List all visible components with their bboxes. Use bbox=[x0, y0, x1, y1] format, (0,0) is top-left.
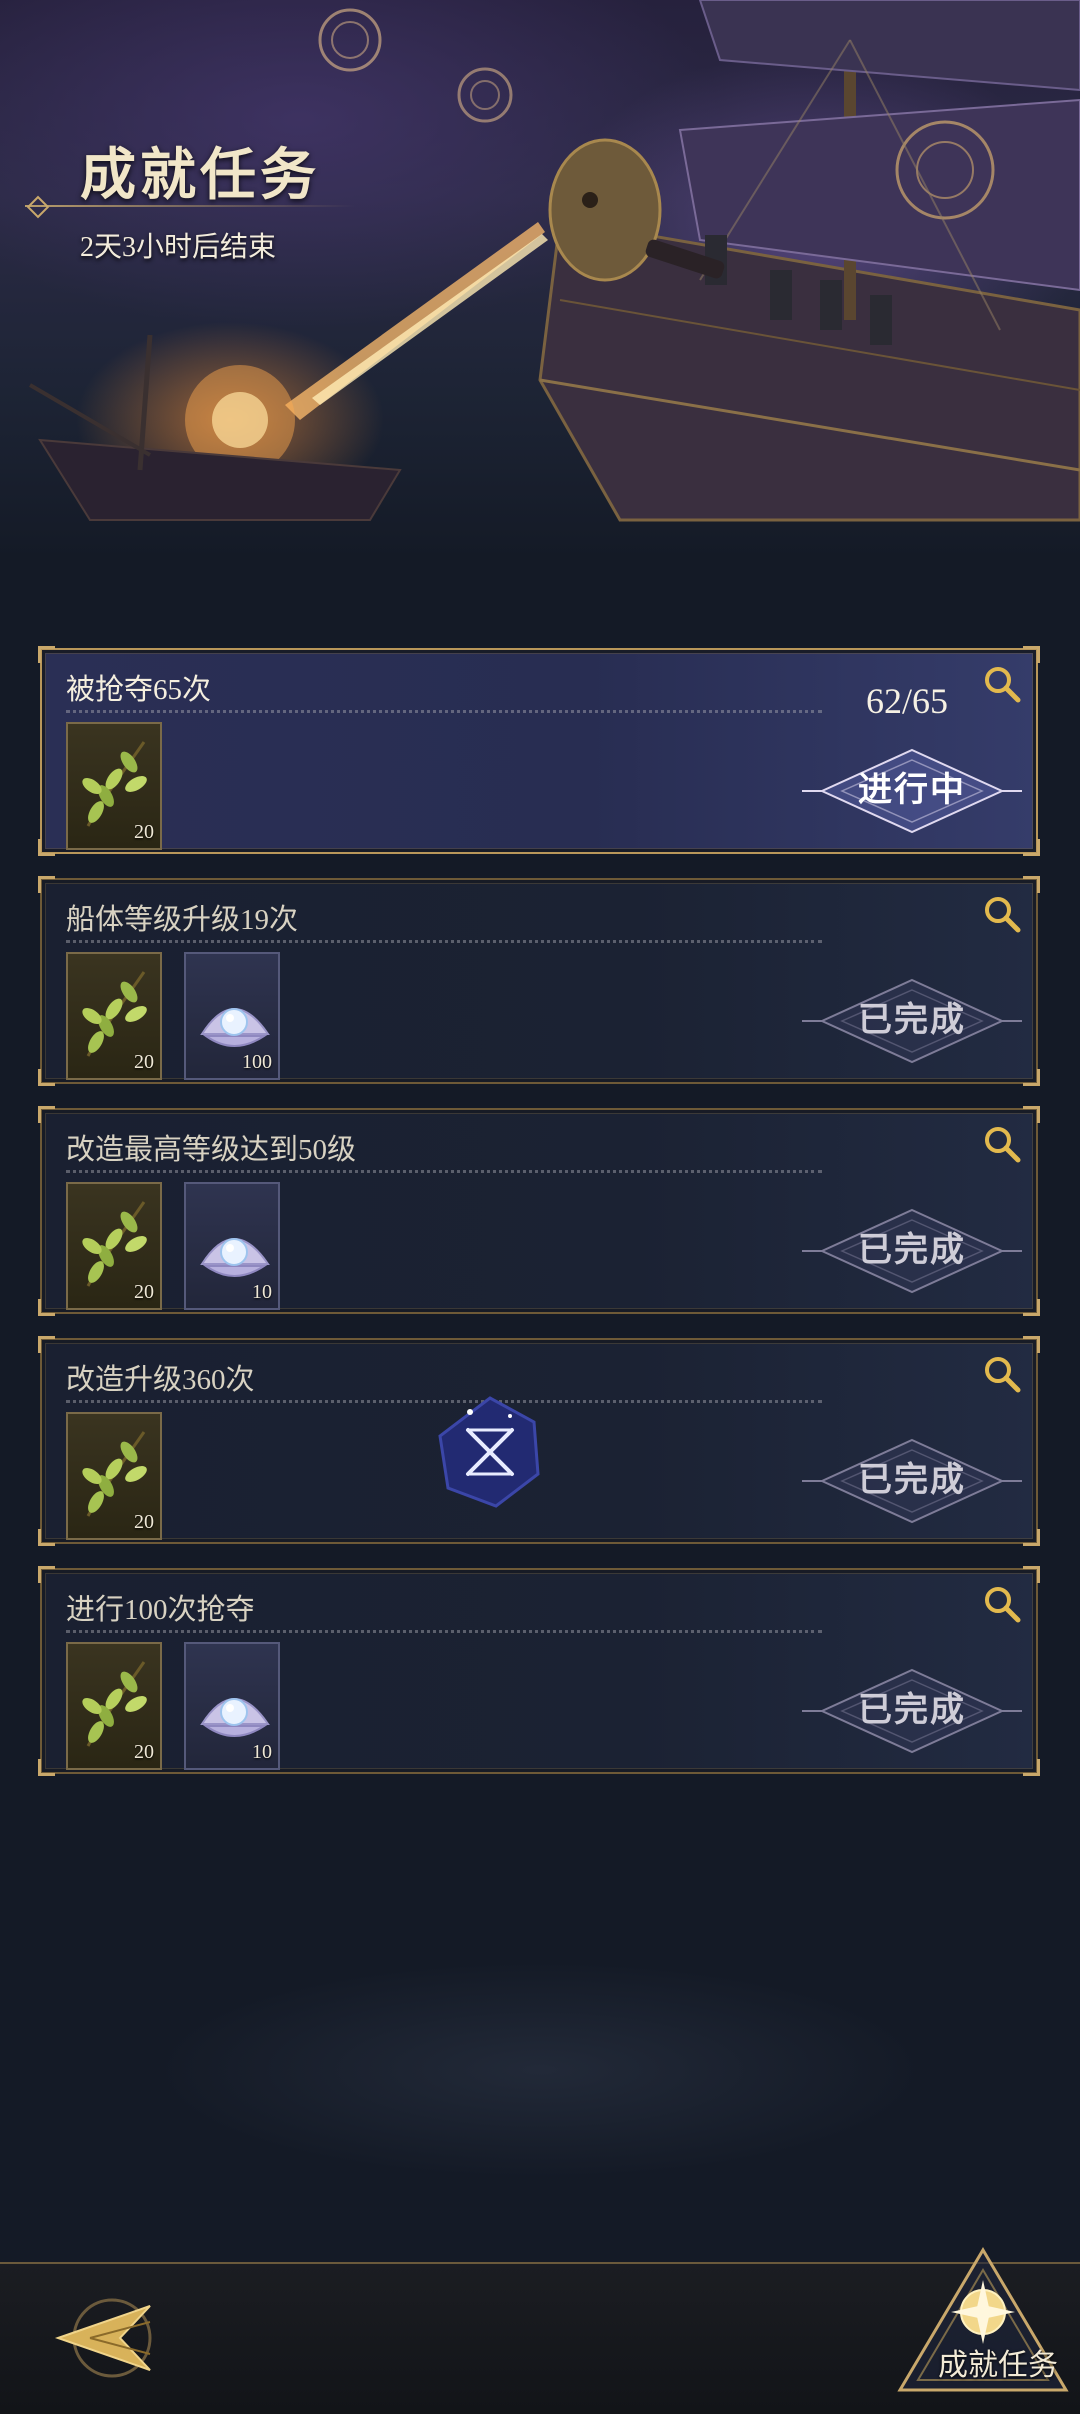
card-corner-ornament bbox=[1023, 1106, 1040, 1123]
card-corner-ornament bbox=[1023, 876, 1040, 893]
completed-status[interactable]: 已完成 bbox=[802, 1206, 1022, 1296]
card-corner-ornament bbox=[1023, 1299, 1040, 1316]
completed-status[interactable]: 已完成 bbox=[802, 976, 1022, 1066]
magnifier-icon[interactable] bbox=[982, 894, 1022, 934]
background-ship-silhouette bbox=[150, 1960, 930, 2180]
card-corner-ornament bbox=[38, 646, 55, 663]
status-label: 已完成 bbox=[858, 1232, 966, 1269]
card-corner-ornament bbox=[38, 876, 55, 893]
card-corner-ornament bbox=[38, 839, 55, 856]
card-corner-ornament bbox=[1023, 1566, 1040, 1583]
task-card: 进行100次抢夺 20 10 已完成 bbox=[38, 1566, 1040, 1776]
reward-quantity: 20 bbox=[134, 1511, 154, 1533]
status-label: 进行中 bbox=[858, 772, 966, 809]
olive-branch-icon bbox=[82, 971, 147, 1057]
magnifier-icon[interactable] bbox=[982, 1584, 1022, 1624]
tab-label: 成就任务 bbox=[938, 2349, 1058, 2382]
olive-branch-icon bbox=[82, 1201, 147, 1287]
hero-banner: 成就任务 2天3小时后结束 bbox=[0, 0, 1080, 560]
reward-quantity: 20 bbox=[134, 1281, 154, 1303]
pearl-shell-icon bbox=[200, 1008, 270, 1047]
title-divider bbox=[25, 205, 355, 207]
pearl-shell-reward[interactable]: 10 bbox=[184, 1642, 280, 1770]
reward-quantity: 10 bbox=[252, 1741, 272, 1763]
card-corner-ornament bbox=[1023, 646, 1040, 663]
task-title: 进行100次抢夺 bbox=[66, 1594, 255, 1626]
olive-branch-icon bbox=[82, 1431, 147, 1517]
reward-quantity: 20 bbox=[134, 1051, 154, 1073]
olive-branch-icon bbox=[82, 741, 147, 827]
pearl-shell-icon bbox=[200, 1238, 270, 1277]
pearl-shell-icon bbox=[200, 1698, 270, 1737]
card-corner-ornament bbox=[38, 1759, 55, 1776]
page-title: 成就任务 bbox=[80, 145, 320, 207]
card-corner-ornament bbox=[38, 1336, 55, 1353]
task-card: 改造最高等级达到50级 20 10 已完成 bbox=[38, 1106, 1040, 1316]
reward-quantity: 20 bbox=[134, 821, 154, 843]
task-card: 被抢夺65次 20 62/65 进行中 bbox=[38, 646, 1040, 856]
in-progress-button[interactable]: 进行中 bbox=[802, 746, 1022, 836]
card-corner-ornament bbox=[38, 1299, 55, 1316]
card-corner-ornament bbox=[1023, 1759, 1040, 1776]
ship-battle-artwork bbox=[28, 0, 1080, 522]
olive-branch-reward[interactable]: 20 bbox=[66, 722, 162, 850]
task-title: 改造升级360次 bbox=[66, 1364, 255, 1396]
pearl-shell-reward[interactable]: 10 bbox=[184, 1182, 280, 1310]
floating-rune-icon[interactable] bbox=[430, 1392, 550, 1512]
status-label: 已完成 bbox=[858, 1462, 966, 1499]
magnifier-icon[interactable] bbox=[982, 1354, 1022, 1394]
card-corner-ornament bbox=[38, 1106, 55, 1123]
task-title: 改造最高等级达到50级 bbox=[66, 1134, 357, 1166]
card-corner-ornament bbox=[1023, 839, 1040, 856]
magnifier-icon[interactable] bbox=[982, 1124, 1022, 1164]
card-corner-ornament bbox=[38, 1566, 55, 1583]
status-label: 已完成 bbox=[858, 1002, 966, 1039]
olive-branch-reward[interactable]: 20 bbox=[66, 1642, 162, 1770]
back-arrow-icon[interactable] bbox=[50, 2288, 170, 2388]
olive-branch-reward[interactable]: 20 bbox=[66, 1412, 162, 1540]
dotted-divider bbox=[66, 940, 822, 943]
reward-quantity: 100 bbox=[242, 1051, 272, 1073]
reward-quantity: 20 bbox=[134, 1741, 154, 1763]
card-corner-ornament bbox=[1023, 1069, 1040, 1086]
task-title: 被抢夺65次 bbox=[66, 674, 212, 706]
task-card: 船体等级升级19次 20 100 已完成 bbox=[38, 876, 1040, 1086]
dotted-divider bbox=[66, 1630, 822, 1633]
reward-quantity: 10 bbox=[252, 1281, 272, 1303]
task-title: 船体等级升级19次 bbox=[66, 904, 299, 936]
event-countdown: 2天3小时后结束 bbox=[80, 232, 277, 263]
pearl-shell-reward[interactable]: 100 bbox=[184, 952, 280, 1080]
olive-branch-reward[interactable]: 20 bbox=[66, 952, 162, 1080]
olive-branch-icon bbox=[82, 1661, 147, 1747]
status-label: 已完成 bbox=[858, 1692, 966, 1729]
dotted-divider bbox=[66, 710, 822, 713]
title-block: 成就任务 2天3小时后结束 bbox=[25, 130, 355, 265]
olive-branch-reward[interactable]: 20 bbox=[66, 1182, 162, 1310]
card-corner-ornament bbox=[1023, 1529, 1040, 1546]
card-corner-ornament bbox=[38, 1529, 55, 1546]
task-progress: 62/65 bbox=[865, 681, 948, 721]
completed-status[interactable]: 已完成 bbox=[802, 1436, 1022, 1526]
card-corner-ornament bbox=[38, 1069, 55, 1086]
completed-status[interactable]: 已完成 bbox=[802, 1666, 1022, 1756]
dotted-divider bbox=[66, 1170, 822, 1173]
card-corner-ornament bbox=[1023, 1336, 1040, 1353]
magnifier-icon[interactable] bbox=[982, 664, 1022, 704]
achievement-tab-button[interactable] bbox=[886, 2240, 1080, 2412]
